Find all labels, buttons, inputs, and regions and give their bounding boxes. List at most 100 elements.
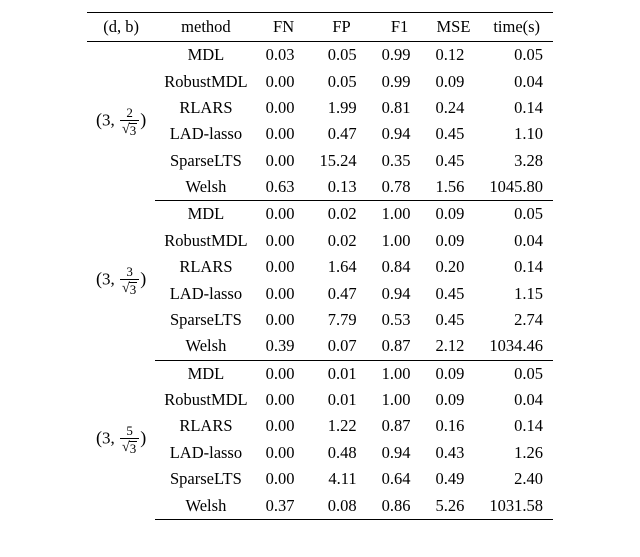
cell-time: 2.74: [480, 307, 553, 333]
results-table: (d, b) method FN FP F1 MSE time(s) (3, 2…: [87, 12, 553, 520]
cell-f1: 0.99: [373, 42, 427, 69]
table-row: RobustMDL0.000.021.000.090.04: [87, 228, 553, 254]
cell-f1: 1.00: [373, 228, 427, 254]
cell-fp: 0.07: [311, 333, 373, 360]
table-row: (3, 5√3)MDL0.000.011.000.090.05: [87, 360, 553, 387]
table-row: LAD-lasso0.000.480.940.431.26: [87, 440, 553, 466]
cell-time: 0.14: [480, 413, 553, 439]
cell-fp: 0.02: [311, 228, 373, 254]
cell-mse: 0.45: [427, 280, 481, 306]
cell-time: 0.05: [480, 42, 553, 69]
col-method: method: [155, 13, 256, 42]
col-f1: F1: [373, 13, 427, 42]
cell-fn: 0.37: [257, 492, 311, 519]
cell-fn: 0.00: [257, 254, 311, 280]
col-mse: MSE: [427, 13, 481, 42]
cell-method: LAD-lasso: [155, 440, 256, 466]
cell-fn: 0.00: [257, 360, 311, 387]
cell-f1: 1.00: [373, 387, 427, 413]
table-row: RobustMDL0.000.050.990.090.04: [87, 68, 553, 94]
cell-fp: 0.08: [311, 492, 373, 519]
cell-fn: 0.00: [257, 228, 311, 254]
table-row: SparseLTS0.004.110.640.492.40: [87, 466, 553, 492]
cell-method: RLARS: [155, 95, 256, 121]
cell-mse: 0.09: [427, 68, 481, 94]
group-label: (3, 5√3): [87, 360, 155, 519]
cell-fn: 0.00: [257, 201, 311, 228]
cell-f1: 0.94: [373, 280, 427, 306]
cell-f1: 0.84: [373, 254, 427, 280]
cell-method: SparseLTS: [155, 307, 256, 333]
cell-method: LAD-lasso: [155, 121, 256, 147]
cell-fn: 0.00: [257, 68, 311, 94]
table-row: (3, 2√3)MDL0.030.050.990.120.05: [87, 42, 553, 69]
cell-time: 0.14: [480, 95, 553, 121]
table-row: Welsh0.630.130.781.561045.80: [87, 174, 553, 201]
cell-mse: 5.26: [427, 492, 481, 519]
cell-time: 3.28: [480, 148, 553, 174]
cell-fp: 7.79: [311, 307, 373, 333]
cell-fp: 0.48: [311, 440, 373, 466]
col-db: (d, b): [87, 13, 155, 42]
cell-method: Welsh: [155, 333, 256, 360]
cell-time: 1.26: [480, 440, 553, 466]
col-time: time(s): [480, 13, 553, 42]
cell-mse: 0.24: [427, 95, 481, 121]
cell-fp: 1.99: [311, 95, 373, 121]
cell-f1: 1.00: [373, 201, 427, 228]
cell-fn: 0.00: [257, 280, 311, 306]
cell-f1: 1.00: [373, 360, 427, 387]
cell-fn: 0.00: [257, 148, 311, 174]
cell-time: 0.04: [480, 228, 553, 254]
table-row: RobustMDL0.000.011.000.090.04: [87, 387, 553, 413]
cell-fp: 0.47: [311, 121, 373, 147]
cell-fn: 0.00: [257, 387, 311, 413]
cell-time: 0.04: [480, 68, 553, 94]
cell-time: 1.15: [480, 280, 553, 306]
cell-fp: 15.24: [311, 148, 373, 174]
cell-f1: 0.81: [373, 95, 427, 121]
cell-fp: 0.47: [311, 280, 373, 306]
cell-mse: 0.43: [427, 440, 481, 466]
cell-fn: 0.00: [257, 95, 311, 121]
cell-method: Welsh: [155, 174, 256, 201]
table-body: (3, 2√3)MDL0.030.050.990.120.05RobustMDL…: [87, 42, 553, 520]
cell-method: RLARS: [155, 413, 256, 439]
cell-fp: 0.01: [311, 387, 373, 413]
cell-mse: 0.09: [427, 201, 481, 228]
cell-mse: 0.12: [427, 42, 481, 69]
cell-fp: 0.05: [311, 68, 373, 94]
cell-fp: 0.05: [311, 42, 373, 69]
cell-mse: 0.09: [427, 228, 481, 254]
cell-time: 1031.58: [480, 492, 553, 519]
cell-time: 0.14: [480, 254, 553, 280]
cell-fn: 0.00: [257, 121, 311, 147]
cell-time: 1034.46: [480, 333, 553, 360]
cell-mse: 0.16: [427, 413, 481, 439]
cell-mse: 0.09: [427, 387, 481, 413]
group-label: (3, 2√3): [87, 42, 155, 201]
cell-fn: 0.00: [257, 440, 311, 466]
cell-method: RobustMDL: [155, 68, 256, 94]
cell-method: LAD-lasso: [155, 280, 256, 306]
cell-f1: 0.87: [373, 413, 427, 439]
cell-mse: 0.20: [427, 254, 481, 280]
cell-fp: 4.11: [311, 466, 373, 492]
cell-fn: 0.00: [257, 307, 311, 333]
table-row: RLARS0.001.220.870.160.14: [87, 413, 553, 439]
cell-mse: 0.45: [427, 121, 481, 147]
cell-fp: 0.01: [311, 360, 373, 387]
cell-method: RLARS: [155, 254, 256, 280]
cell-f1: 0.53: [373, 307, 427, 333]
cell-fn: 0.00: [257, 413, 311, 439]
cell-fp: 0.13: [311, 174, 373, 201]
cell-mse: 1.56: [427, 174, 481, 201]
table-header: (d, b) method FN FP F1 MSE time(s): [87, 13, 553, 42]
cell-f1: 0.35: [373, 148, 427, 174]
cell-time: 0.04: [480, 387, 553, 413]
cell-f1: 0.99: [373, 68, 427, 94]
table-row: RLARS0.001.990.810.240.14: [87, 95, 553, 121]
table-row: RLARS0.001.640.840.200.14: [87, 254, 553, 280]
group-label: (3, 3√3): [87, 201, 155, 360]
table-row: (3, 3√3)MDL0.000.021.000.090.05: [87, 201, 553, 228]
